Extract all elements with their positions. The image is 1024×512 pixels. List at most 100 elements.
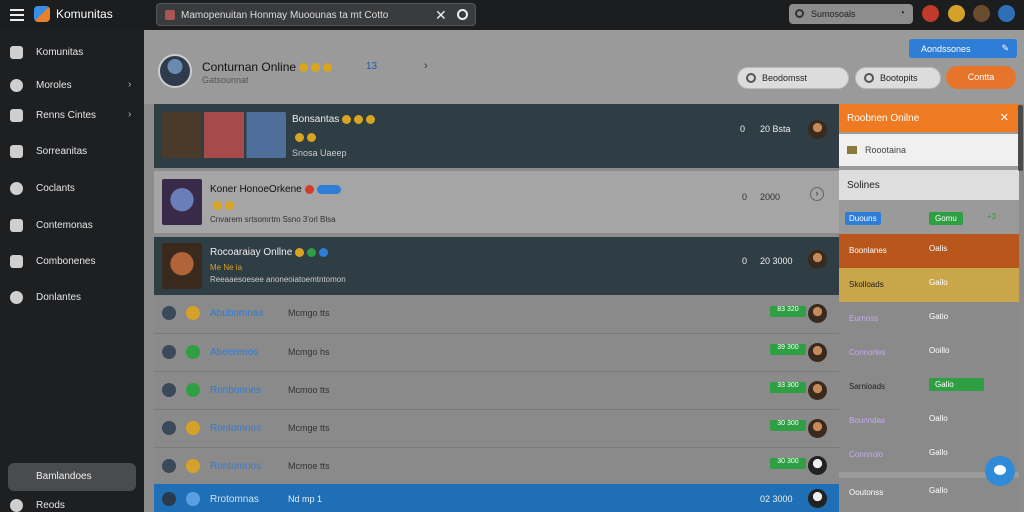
search-input[interactable]: Mamopenuitan Honmay Muoounas ta mt Cotto (181, 10, 431, 21)
sidebar-bottom-button[interactable]: Bamlandoes (8, 463, 136, 491)
row-name[interactable]: Rontomnos (210, 461, 261, 472)
post-icon (162, 459, 176, 473)
sidebar-item-sorreanitas[interactable]: Sorreanitas (0, 142, 144, 162)
row-name[interactable]: Ronbonnes (210, 385, 261, 396)
user-avatar-2[interactable] (973, 5, 990, 22)
row-detail: Nd mp 1 (288, 494, 323, 504)
filter-button[interactable]: Beodomsst (737, 67, 849, 89)
table-row[interactable]: Ronbonnes Mcmoo tts 33 300 (154, 372, 839, 409)
panel-row[interactable]: Sarnioads Galio (839, 370, 1019, 404)
user-search-box[interactable]: Sumosoals ◔ (789, 4, 913, 24)
sidebar-item-renns-cintes[interactable]: Renns Cintes › (0, 106, 144, 126)
author-avatar[interactable] (808, 250, 827, 269)
panel-header: Roobnen Onilne ✕ (839, 104, 1019, 132)
filter-label: Beodomsst (762, 73, 808, 83)
groups-icon (10, 109, 23, 122)
panel-status: Ooillo (929, 346, 950, 355)
row-name[interactable]: Rrotomnas (210, 494, 259, 505)
chat-fab-button[interactable] (985, 456, 1015, 486)
author-avatar[interactable] (808, 343, 827, 362)
sidebar-item-label: Reods (36, 500, 65, 511)
main-content: Conturnan Online Gatsounnat 13 › Aondsso… (144, 30, 1024, 512)
table-row[interactable]: Rontomnos Mcmoe tts 30 300 (154, 448, 839, 484)
sidebar-item-komunitas[interactable]: Komunitas (0, 43, 144, 63)
author-avatar[interactable] (808, 304, 827, 323)
media-thumbnail (162, 243, 202, 289)
calendar-icon (10, 219, 23, 232)
sidebar-item-combonenes[interactable]: Combonenes (0, 252, 144, 272)
emoji-icon (295, 132, 304, 142)
item-subtitle: Snosa Uaeep (292, 148, 347, 158)
sidebar-item-moroles[interactable]: Moroles › (0, 76, 144, 96)
item-meta-count: 0 (742, 192, 748, 202)
panel-row[interactable]: Skolloads Gailo (839, 268, 1019, 302)
primary-button[interactable]: Aondssones ✎ (909, 39, 1017, 58)
panel-row[interactable]: Boonlanes Oalis (839, 234, 1019, 268)
media-thumbnail (162, 179, 202, 225)
top-bar: Komunitas Mamopenuitan Honmay Muoounas t… (0, 0, 1024, 30)
row-detail: Mcmoe tts (288, 461, 330, 471)
list-item[interactable]: Koner HonoeOrkene Cnvarem srtsomrtm Ssno… (154, 171, 839, 233)
sidebar-item-label: Moroles (36, 80, 72, 91)
app-title: Komunitas (56, 7, 113, 21)
panel-search-label: Roootaina (865, 145, 907, 155)
panel-scrollbar[interactable] (1018, 105, 1023, 171)
search-field[interactable]: Mamopenuitan Honmay Muoounas ta mt Cotto… (156, 3, 476, 26)
emoji-icon (354, 114, 364, 124)
panel-row[interactable]: Bounndas Oallo (839, 404, 1019, 438)
table-row[interactable]: Abubomnas Mcmgo tts 83 320 (154, 295, 839, 333)
item-title-text: Rocoaraiay Onllne (210, 247, 293, 258)
sidebar-item-reods[interactable]: Reods (0, 496, 144, 512)
download-icon (10, 291, 23, 304)
row-name[interactable]: Abubomnas (210, 308, 263, 319)
chevron-right-icon[interactable]: › (810, 187, 824, 201)
close-icon[interactable]: ✕ (1000, 111, 1009, 124)
row-detail: Mcmge tts (288, 423, 330, 433)
panel-section-title: Solines (839, 170, 1019, 200)
panel-search[interactable]: Roootaina (839, 134, 1019, 166)
panel-status: Galio (929, 378, 984, 391)
sidebar-item-coclants[interactable]: Coclants (0, 179, 144, 199)
search-icon[interactable] (457, 9, 468, 20)
sidebar-item-contemonas[interactable]: Contemonas (0, 216, 144, 236)
panel-row[interactable]: Duouns Gomu +3 (839, 202, 1019, 236)
community-avatar[interactable] (158, 54, 192, 88)
panel-row[interactable]: Connorles Ooillo (839, 336, 1019, 370)
row-name[interactable]: Rontomnos (210, 423, 261, 434)
sidebar-item-donlantes[interactable]: Donlantes (0, 288, 144, 308)
table-row[interactable]: Rontomnos Mcmge tts 30 300 (154, 410, 839, 447)
panel-tag: Sarnioads (849, 382, 886, 391)
notification-avatar[interactable] (922, 5, 939, 22)
chat-icon (994, 465, 1006, 475)
table-row[interactable]: Abeerenos Mcmgo hs 39 300 (154, 334, 839, 371)
user-avatar-1[interactable] (948, 5, 965, 22)
author-avatar[interactable] (808, 456, 827, 475)
row-detail: Mcmgo hs (288, 347, 330, 357)
author-avatar[interactable] (808, 489, 827, 508)
sidebar-item-label: Sorreanitas (36, 146, 88, 157)
row-name[interactable]: Abeerenos (210, 347, 258, 358)
author-avatar[interactable] (808, 381, 827, 400)
panel-row[interactable]: Eurnoss Gatio (839, 302, 1019, 336)
sort-icon (864, 73, 874, 83)
list-item[interactable]: Bonsantas Snosa Uaeep 0 20 Bsta (154, 104, 839, 168)
emoji-icon (307, 132, 316, 142)
profile-avatar[interactable] (998, 5, 1015, 22)
contact-button[interactable]: Contta (946, 66, 1016, 89)
author-avatar[interactable] (808, 120, 827, 139)
table-row-selected[interactable]: Rrotomnas Nd mp 1 02 3000 (154, 484, 839, 512)
status-badge: 30 300 (770, 458, 806, 469)
author-avatar[interactable] (808, 419, 827, 438)
panel-tag: Skolloads (849, 280, 884, 289)
emoji-icon (366, 114, 376, 124)
list-item[interactable]: Rocoaraiay Onllne Me Ne ia Reeaaesoesee … (154, 237, 839, 295)
clear-icon[interactable]: ✕ (435, 7, 447, 24)
chevron-right-icon[interactable]: › (424, 60, 428, 72)
item-title-text: Koner HonoeOrkene (210, 184, 302, 195)
menu-icon[interactable] (10, 9, 24, 21)
panel-title: Roobnen Onilne (847, 113, 920, 124)
settings-icon[interactable]: ◔ (899, 8, 905, 19)
folder-icon (10, 255, 23, 268)
user-search-label: Sumosoals (811, 9, 856, 19)
sort-button[interactable]: Bootopits (855, 67, 941, 89)
